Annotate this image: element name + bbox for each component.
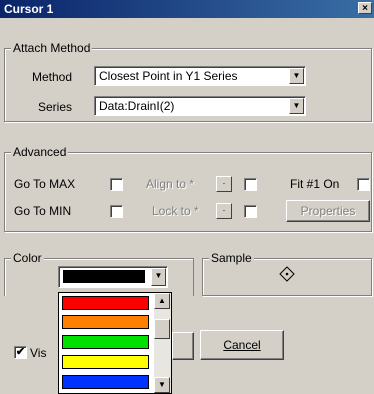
attach-method-legend: Attach Method <box>11 41 93 55</box>
cancel-button[interactable]: Cancel <box>200 330 284 360</box>
lock-to-label: Lock to * <box>152 204 199 218</box>
fit-on-label: Fit #1 On <box>290 177 340 191</box>
lock-to-checkbox[interactable] <box>244 205 257 218</box>
method-label: Method <box>32 70 73 84</box>
properties-button[interactable]: Properties <box>286 200 370 222</box>
chevron-down-icon[interactable]: ▼ <box>289 98 304 114</box>
arrow-up-icon[interactable]: ▲ <box>154 293 170 309</box>
color-list-scrollbar[interactable]: ▲ ▼ <box>154 293 171 393</box>
color-option-orange[interactable] <box>62 315 149 329</box>
scroll-thumb[interactable] <box>154 319 170 339</box>
method-value: Closest Point in Y1 Series <box>99 69 238 83</box>
title-bar[interactable]: Cursor 1 × <box>0 0 374 18</box>
color-dropdown-list[interactable]: ▲ ▼ <box>58 292 172 394</box>
diamond-marker-icon <box>279 266 295 282</box>
color-option-blue[interactable] <box>62 375 149 389</box>
advanced-legend: Advanced <box>11 145 69 159</box>
align-to-button[interactable]: · <box>216 176 232 192</box>
window-title: Cursor 1 <box>4 2 54 16</box>
chevron-down-icon[interactable]: ▼ <box>289 68 304 84</box>
arrow-down-icon[interactable]: ▼ <box>154 377 170 393</box>
color-option-yellow[interactable] <box>62 355 149 369</box>
visible-checkbox[interactable]: ✔ <box>14 346 27 359</box>
align-to-checkbox[interactable] <box>244 178 257 191</box>
goto-min-label: Go To MIN <box>14 204 72 218</box>
goto-max-checkbox[interactable] <box>110 178 123 191</box>
visible-label: Vis <box>30 346 47 360</box>
color-option-red[interactable] <box>62 296 149 310</box>
lock-to-button[interactable]: · <box>216 203 232 219</box>
sample-legend: Sample <box>209 251 254 265</box>
align-to-label: Align to * <box>146 177 195 191</box>
check-icon: ✔ <box>15 346 26 358</box>
goto-min-checkbox[interactable] <box>110 205 123 218</box>
close-button[interactable]: × <box>358 2 372 14</box>
series-label: Series <box>38 100 73 114</box>
method-dropdown[interactable]: Closest Point in Y1 Series ▼ <box>94 66 306 86</box>
color-dropdown[interactable]: ▼ <box>58 266 168 288</box>
selected-color-swatch <box>63 270 145 283</box>
cancel-label: Cancel <box>223 338 261 352</box>
chevron-down-icon[interactable]: ▼ <box>151 268 166 286</box>
goto-max-label: Go To MAX <box>14 177 76 191</box>
fit-on-checkbox[interactable] <box>357 178 370 191</box>
color-option-green[interactable] <box>62 335 149 349</box>
series-dropdown[interactable]: Data:DrainI(2) ▼ <box>94 96 306 116</box>
series-value: Data:DrainI(2) <box>99 99 175 113</box>
color-legend: Color <box>11 251 44 265</box>
ok-button[interactable] <box>172 332 194 360</box>
